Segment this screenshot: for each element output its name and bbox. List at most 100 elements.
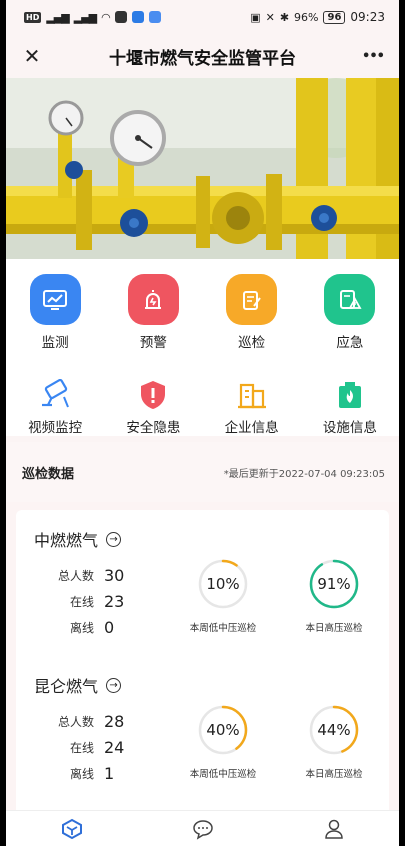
progress-ring: 91% 本日高压巡检 (279, 558, 389, 634)
menu-alert-label: 预警 (139, 335, 167, 351)
mute-icon: ✕ (265, 10, 275, 24)
close-icon[interactable]: ✕ (18, 42, 46, 70)
menu-inspection[interactable]: 巡检 (203, 274, 301, 355)
stat-row: 离线 1 (34, 760, 154, 786)
inspection-card: 中燃燃气 → 总人数 30 在线 23 离线 0 10% 本周低中压巡检 91% 本日… (16, 510, 389, 820)
ring-percent: 91% (317, 575, 351, 593)
company-block: 中燃燃气 → 总人数 30 在线 23 离线 0 10% 本周低中压巡检 91% 本日… (16, 524, 389, 670)
progress-ring: 44% 本日高压巡检 (279, 704, 389, 780)
arrow-right-circle-icon[interactable]: → (106, 531, 122, 547)
stat-label: 总人数 (57, 714, 94, 729)
bottom-tab-bar (6, 810, 399, 846)
security-app-icon (131, 11, 144, 23)
status-left: HD ▂▄▆ ▂▄▆ ◠ (24, 11, 161, 24)
clipboard-pen-icon (226, 274, 278, 325)
warning-doc-icon (324, 274, 376, 325)
staff-stats: 总人数 30 在线 23 离线 0 (34, 562, 154, 640)
menu-hazard-label: 安全隐患 (126, 420, 181, 436)
gas-pipeline-illustration (6, 78, 399, 259)
message-icon (192, 819, 213, 840)
building-icon (232, 378, 272, 412)
signal-icon: ▂▄▆ (46, 10, 69, 24)
function-grid-secondary: 视频监控 安全隐患 企业信息 设施信息 (6, 355, 399, 436)
user-icon (324, 819, 343, 839)
monitor-chart-icon (29, 274, 81, 325)
video-app-icon (114, 11, 127, 23)
clock: 09:23 (350, 10, 385, 24)
signal-icon-2: ▂▄▆ (73, 10, 97, 24)
camera-icon (35, 378, 75, 412)
menu-hazard[interactable]: 安全隐患 (104, 370, 202, 436)
menu-facility[interactable]: 设施信息 (301, 370, 399, 436)
tab-messages[interactable] (183, 814, 223, 844)
company-header: 中燃燃气 → (34, 524, 375, 554)
stat-value: 23 (104, 591, 125, 611)
wifi-icon: ◠ (101, 10, 111, 24)
section-title: 巡检数据 (22, 466, 75, 482)
alarm-siren-icon (127, 274, 179, 325)
stat-value: 24 (104, 737, 125, 757)
stat-row: 离线 0 (34, 614, 154, 640)
stat-label: 在线 (69, 594, 94, 609)
menu-enterprise[interactable]: 企业信息 (203, 370, 301, 436)
ring-percent: 10% (206, 575, 240, 593)
stat-row: 在线 24 (34, 734, 154, 760)
page-title: 十堰市燃气安全监管平台 (109, 48, 296, 69)
bluetooth-icon: ✱ (279, 10, 290, 24)
stat-value: 30 (104, 565, 125, 585)
menu-emergency[interactable]: 应急 (301, 274, 399, 355)
ring-label: 本周低中压巡检 (189, 623, 257, 634)
stat-value: 1 (104, 763, 115, 783)
menu-emergency-label: 应急 (336, 335, 364, 351)
battery-percent: 96% (294, 10, 319, 24)
stat-row: 在线 23 (34, 588, 154, 614)
progress-ring: 10% 本周低中压巡检 (168, 558, 278, 634)
hd-badge: HD (24, 11, 42, 23)
home-cube-icon (61, 818, 82, 839)
progress-ring: 40% 本周低中压巡检 (168, 704, 278, 780)
tab-profile[interactable] (314, 814, 354, 844)
phone-screen: HD ▂▄▆ ▂▄▆ ◠ ▣ ✕ ✱ 96% 96 09:23 ✕ 十堰市燃气安… (6, 0, 399, 846)
ring-label: 本周低中压巡检 (189, 769, 257, 780)
tab-home[interactable] (52, 814, 92, 844)
menu-video-label: 视频监控 (28, 420, 83, 436)
ring-label: 本日高压巡检 (305, 769, 363, 780)
company-block: 昆仑燃气 → 总人数 28 在线 24 离线 1 40% 本周低中压巡检 44% 本日… (16, 670, 389, 816)
main-content: 监测 预警 巡检 应急 视频监控 安全隐患 企业信息 设施信息 (6, 259, 399, 436)
title-bar: ✕ 十堰市燃气安全监管平台 ••• (6, 34, 399, 78)
menu-alert[interactable]: 预警 (104, 274, 202, 355)
menu-facility-label: 设施信息 (322, 420, 377, 436)
status-right: ▣ ✕ ✱ 96% 96 09:23 (250, 10, 385, 24)
stat-value: 28 (104, 711, 125, 731)
company-name: 昆仑燃气 (34, 677, 99, 696)
nfc-icon: ▣ (250, 10, 261, 24)
stat-label: 离线 (69, 620, 94, 635)
battery-icon: 96 (323, 10, 346, 24)
ring-percent: 44% (317, 721, 351, 739)
company-name: 中燃燃气 (34, 531, 99, 550)
stat-row: 总人数 30 (34, 562, 154, 588)
menu-monitor[interactable]: 监测 (6, 274, 104, 355)
ring-percent: 40% (206, 721, 240, 739)
inspection-section-header: 巡检数据 *最后更新于2022-07-04 09:23:05 (6, 442, 399, 502)
more-options-icon[interactable]: ••• (359, 42, 387, 70)
last-updated-text: *最后更新于2022-07-04 09:23:05 (223, 468, 385, 480)
staff-stats: 总人数 28 在线 24 离线 1 (34, 708, 154, 786)
inspection-card-wrap: 中燃燃气 → 总人数 30 在线 23 离线 0 10% 本周低中压巡检 91% 本日… (6, 502, 399, 820)
stat-row: 总人数 28 (34, 708, 154, 734)
menu-video[interactable]: 视频监控 (6, 370, 104, 436)
menu-inspection-label: 巡检 (238, 335, 266, 351)
ring-label: 本日高压巡检 (305, 623, 363, 634)
menu-enterprise-label: 企业信息 (224, 420, 279, 436)
banner-image (6, 78, 399, 259)
stat-label: 总人数 (57, 568, 94, 583)
stat-value: 0 (104, 617, 115, 637)
function-grid-primary: 监测 预警 巡检 应急 (6, 259, 399, 355)
company-header: 昆仑燃气 → (34, 670, 375, 700)
status-bar: HD ▂▄▆ ▂▄▆ ◠ ▣ ✕ ✱ 96% 96 09:23 (6, 0, 399, 34)
arrow-right-circle-icon[interactable]: → (106, 677, 122, 693)
stat-label: 在线 (69, 740, 94, 755)
fire-facility-icon (330, 378, 370, 412)
stat-label: 离线 (69, 766, 94, 781)
app-icon (148, 11, 161, 23)
